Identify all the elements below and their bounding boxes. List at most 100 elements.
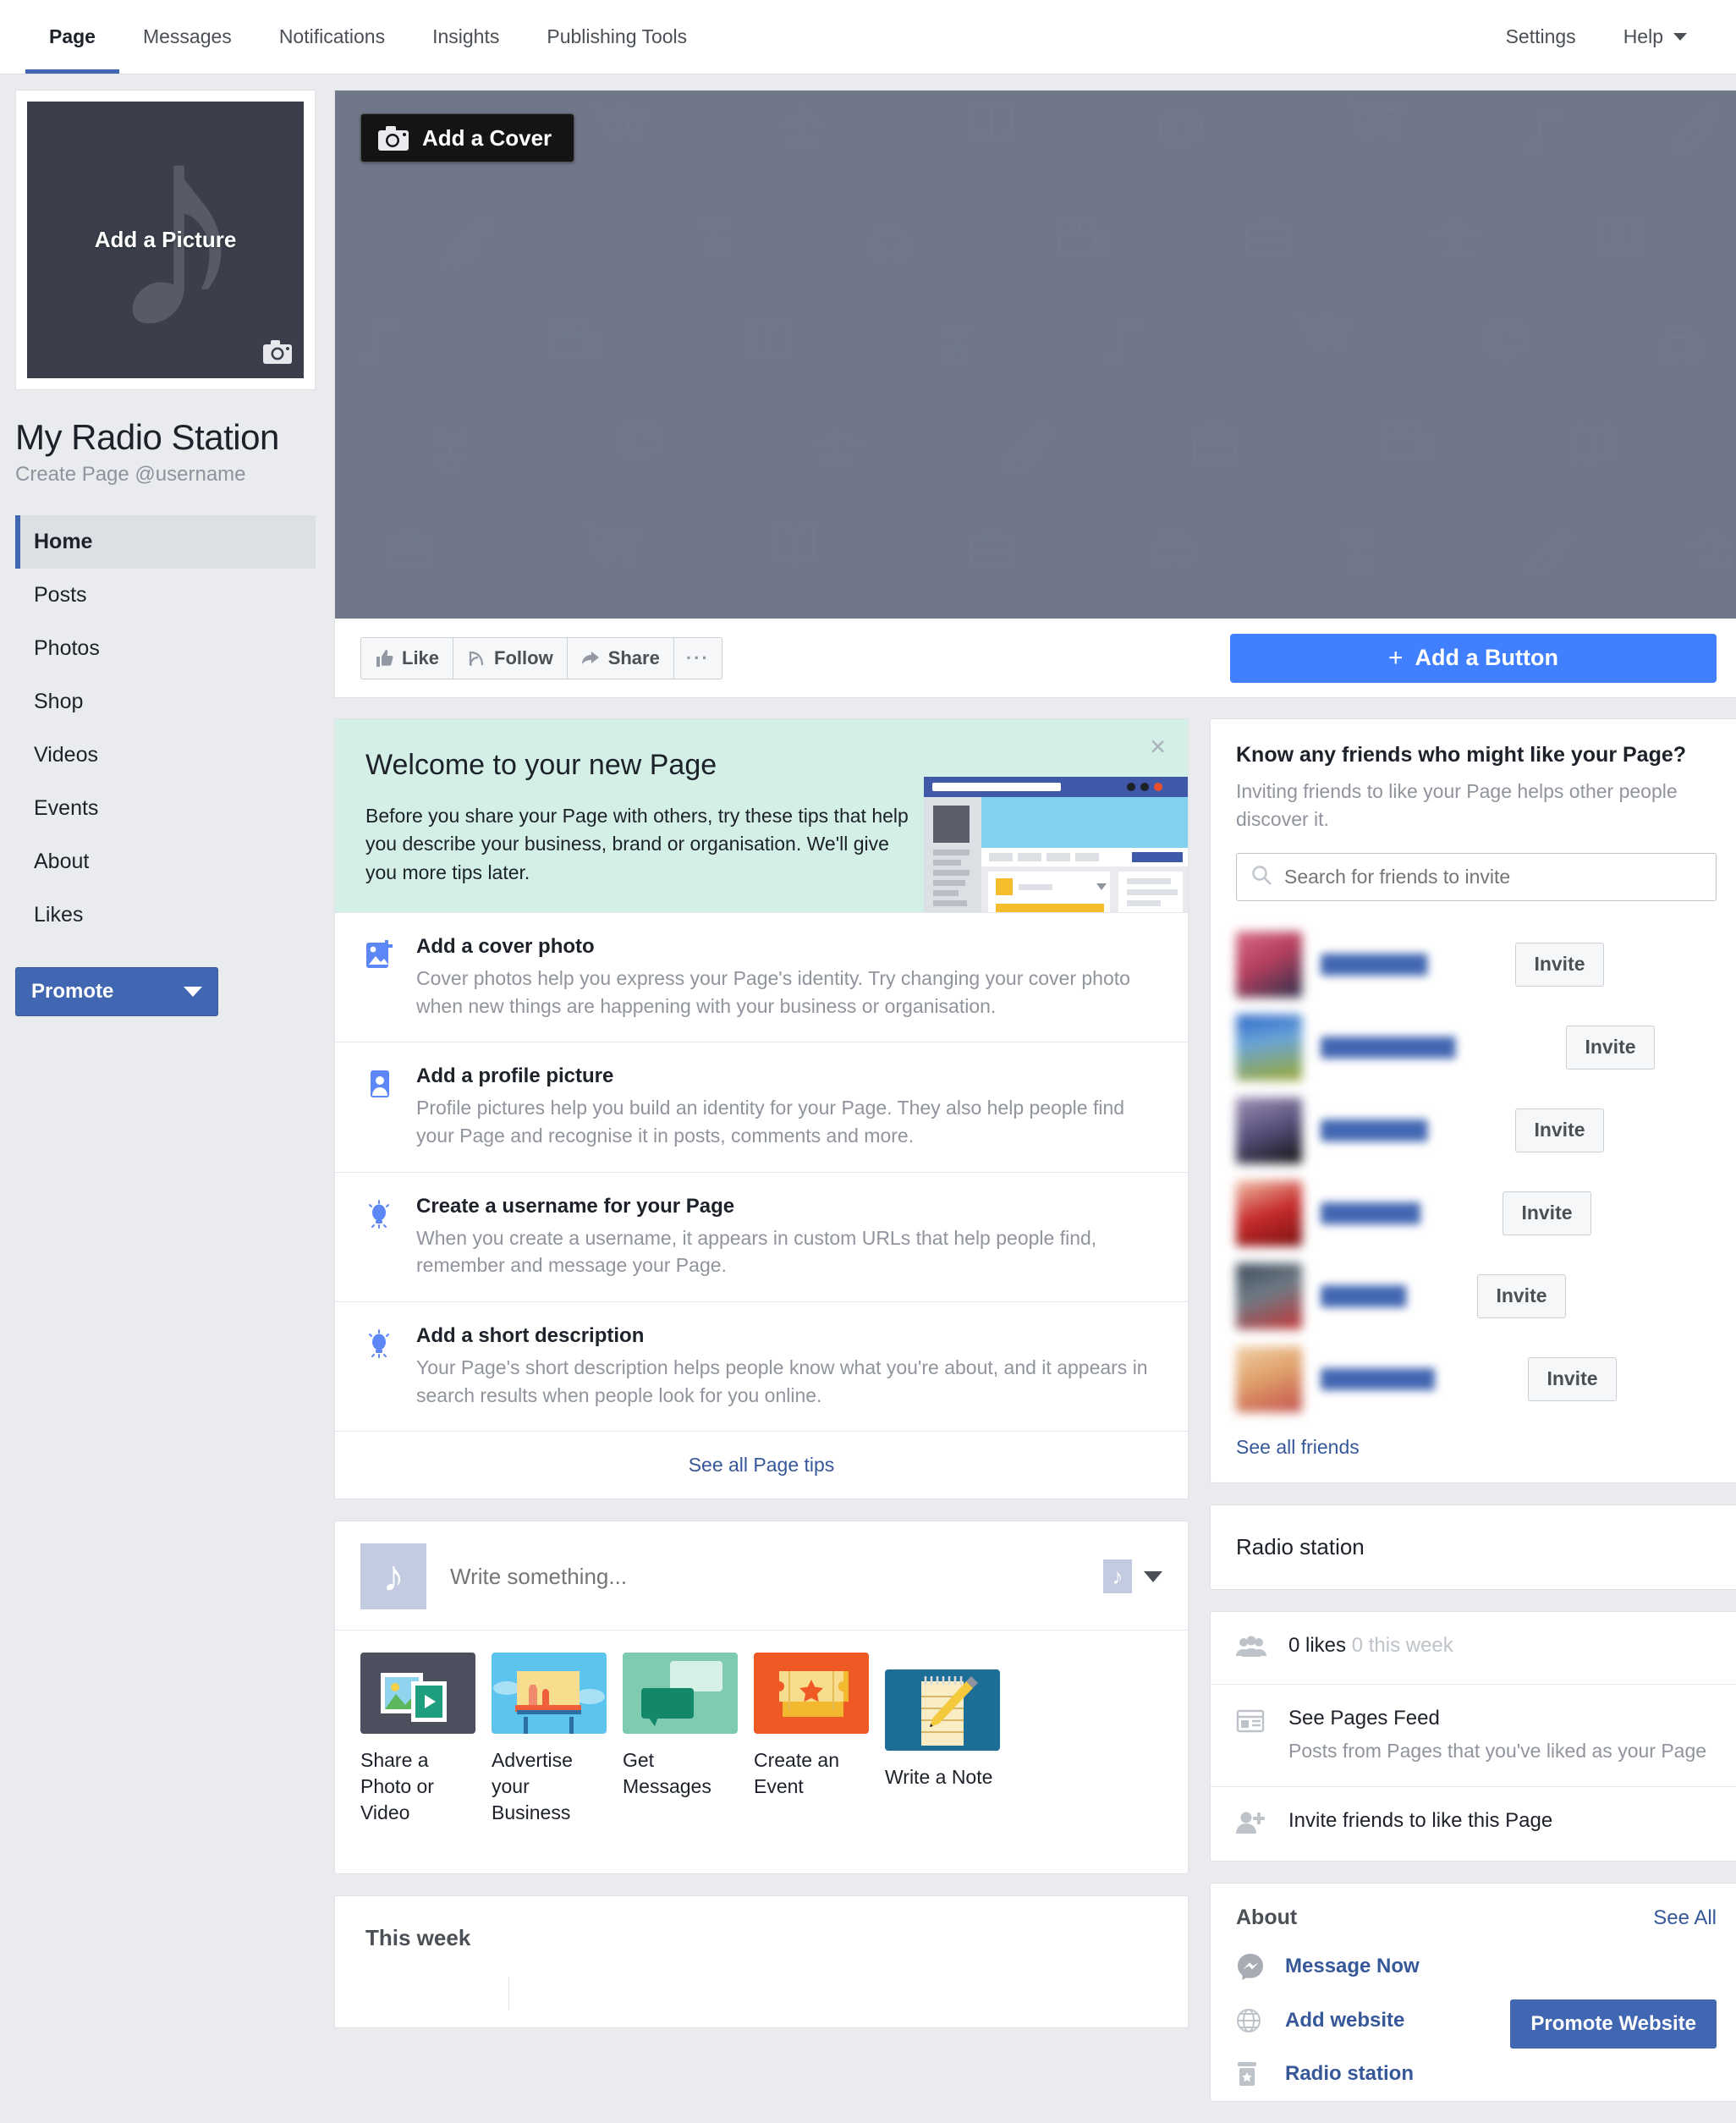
camera-icon[interactable] [263, 340, 292, 368]
profile-picture-placeholder[interactable]: ♪ Add a Picture [27, 102, 304, 378]
settings-link[interactable]: Settings [1482, 0, 1600, 74]
page-stats-card: 0 likes 0 this week See Pages Feed Posts… [1210, 1610, 1736, 1862]
share-button[interactable]: Share [566, 636, 674, 679]
profile-picture-container[interactable]: ♪ Add a Picture [15, 90, 316, 390]
tip-body: Add a profile picture Profile pictures h… [416, 1064, 1157, 1149]
tip-description: Cover photos help you express your Page'… [416, 967, 1130, 1017]
music-note-icon: ♪ [1103, 1559, 1132, 1594]
sidebar-item-home-label: Home [34, 530, 93, 553]
invite-button[interactable]: Invite [1566, 1025, 1655, 1070]
see-pages-feed-row[interactable]: See Pages Feed Posts from Pages that you… [1211, 1683, 1736, 1787]
see-all-page-tips-link[interactable]: See all Page tips [335, 1431, 1188, 1499]
people-icon [1236, 1634, 1288, 1662]
tab-messages[interactable]: Messages [119, 0, 255, 74]
tip-add-short-description[interactable]: Add a short description Your Page's shor… [335, 1301, 1188, 1431]
tip-title: Add a profile picture [416, 1064, 614, 1088]
close-icon[interactable]: × [1150, 733, 1166, 760]
this-week-body [335, 1977, 1188, 2027]
sidebar-item-shop[interactable]: Shop [15, 675, 316, 729]
tip-title: Add a cover photo [416, 935, 595, 959]
sidebar-item-events[interactable]: Events [15, 782, 316, 835]
more-options-button[interactable]: ··· [673, 636, 722, 679]
tile-create-an-event[interactable]: Create an Event [754, 1653, 869, 1826]
tip-description: Your Page's short description helps peop… [416, 1356, 1148, 1406]
plus-icon: + [1388, 643, 1404, 672]
page-body: ♪ Add a Picture My Radio Station Create … [0, 74, 1736, 2123]
add-website-link[interactable]: Add website [1285, 2009, 1404, 2032]
friend-name [1321, 1036, 1566, 1059]
tile-get-messages[interactable]: Get Messages [623, 1653, 738, 1826]
add-website-row[interactable]: Add website Promote Website [1211, 1994, 1736, 2049]
invite-button[interactable]: Invite [1477, 1273, 1566, 1318]
tab-notifications-label: Notifications [278, 25, 386, 47]
sidebar-item-likes[interactable]: Likes [15, 888, 316, 942]
tile-label: Share a Photo or Video [360, 1749, 434, 1824]
list-item[interactable]: Invite [1211, 1006, 1736, 1089]
composer-card: ♪ ♪ [334, 1521, 1189, 1875]
promote-website-button[interactable]: Promote Website [1510, 1999, 1717, 2049]
tip-add-profile-picture[interactable]: Add a profile picture Profile pictures h… [335, 1042, 1188, 1171]
likes-row[interactable]: 0 likes 0 this week [1211, 1612, 1736, 1684]
tab-notifications[interactable]: Notifications [255, 0, 409, 74]
sidebar-item-home[interactable]: Home [15, 515, 316, 569]
list-item[interactable]: Invite [1211, 1089, 1736, 1172]
message-now-row[interactable]: Message Now [1211, 1939, 1736, 1994]
see-all-friends-link[interactable]: See all friends [1211, 1421, 1736, 1482]
welcome-text-block: Welcome to your new Page Before you shar… [365, 749, 924, 887]
tab-insights[interactable]: Insights [409, 0, 523, 74]
composer-input[interactable] [450, 1563, 1090, 1590]
category-row[interactable]: Radio station [1211, 2047, 1736, 2101]
tab-messages-label: Messages [142, 25, 232, 47]
cover-card: Add a Cover [334, 90, 1736, 619]
sidebar-item-photos[interactable]: Photos [15, 622, 316, 675]
tile-write-a-note[interactable]: Write a Note [885, 1669, 1000, 1826]
tab-publishing-tools[interactable]: Publishing Tools [523, 0, 711, 74]
this-week-title: This week [365, 1925, 471, 1951]
avatar [1236, 1097, 1302, 1163]
invite-button[interactable]: Invite [1515, 1108, 1604, 1152]
list-item[interactable]: Invite [1211, 1338, 1736, 1421]
tile-label: Create an Event [754, 1749, 840, 1798]
message-now-link[interactable]: Message Now [1285, 1955, 1420, 1978]
follow-button[interactable]: Follow [453, 636, 568, 679]
add-cover-button[interactable]: Add a Cover [360, 113, 575, 162]
welcome-body: Before you share your Page with others, … [365, 805, 909, 883]
tip-add-cover-photo[interactable]: Add a cover photo Cover photos help you … [335, 912, 1188, 1042]
globe-icon [1236, 2008, 1285, 2033]
profile-picture-icon [364, 1064, 416, 1149]
help-menu[interactable]: Help [1600, 0, 1711, 74]
sidebar-item-posts[interactable]: Posts [15, 569, 316, 622]
below-cover-columns: Welcome to your new Page Before you shar… [334, 718, 1736, 2123]
about-see-all-link[interactable]: See All [1653, 1906, 1717, 1930]
invite-friends-row[interactable]: Invite friends to like this Page [1211, 1786, 1736, 1861]
invite-button[interactable]: Invite [1528, 1356, 1617, 1401]
likes-text: 0 likes 0 this week [1288, 1634, 1717, 1658]
promote-button[interactable]: Promote [15, 967, 218, 1016]
add-a-button-label: Add a Button [1415, 645, 1558, 670]
tip-create-username[interactable]: Create a username for your Page When you… [335, 1171, 1188, 1301]
tab-page[interactable]: Page [25, 0, 119, 74]
sidebar-item-videos[interactable]: Videos [15, 729, 316, 782]
avatar: ♪ [360, 1543, 426, 1610]
invite-button[interactable]: Invite [1515, 942, 1604, 987]
friend-search-box[interactable] [1236, 852, 1717, 901]
category-link[interactable]: Radio station [1285, 2062, 1414, 2086]
this-week-card: This week [334, 1895, 1189, 2029]
friend-search-input[interactable] [1284, 865, 1702, 888]
list-item[interactable]: Invite [1211, 1255, 1736, 1338]
composer-row: ♪ ♪ [335, 1521, 1188, 1630]
cover-photo-placeholder[interactable]: Add a Cover [335, 91, 1736, 619]
tile-share-photo-or-video[interactable]: Share a Photo or Video [360, 1653, 475, 1826]
tile-advertise-your-business[interactable]: Advertise your Business [492, 1653, 607, 1826]
list-item[interactable]: Invite [1211, 1172, 1736, 1255]
sidebar-item-about[interactable]: About [15, 835, 316, 888]
composer-audience-selector[interactable]: ♪ [1103, 1559, 1162, 1594]
tip-body: Create a username for your Page When you… [416, 1195, 1157, 1279]
list-item[interactable]: Invite [1211, 923, 1736, 1006]
invite-button[interactable]: Invite [1503, 1191, 1591, 1235]
like-button[interactable]: Like [360, 636, 454, 679]
sidebar-item-about-label: About [34, 850, 90, 873]
add-a-button-button[interactable]: + Add a Button [1230, 633, 1717, 683]
top-navigation-bar: Page Messages Notifications Insights Pub… [0, 0, 1736, 74]
chevron-down-icon[interactable] [1144, 1570, 1162, 1582]
